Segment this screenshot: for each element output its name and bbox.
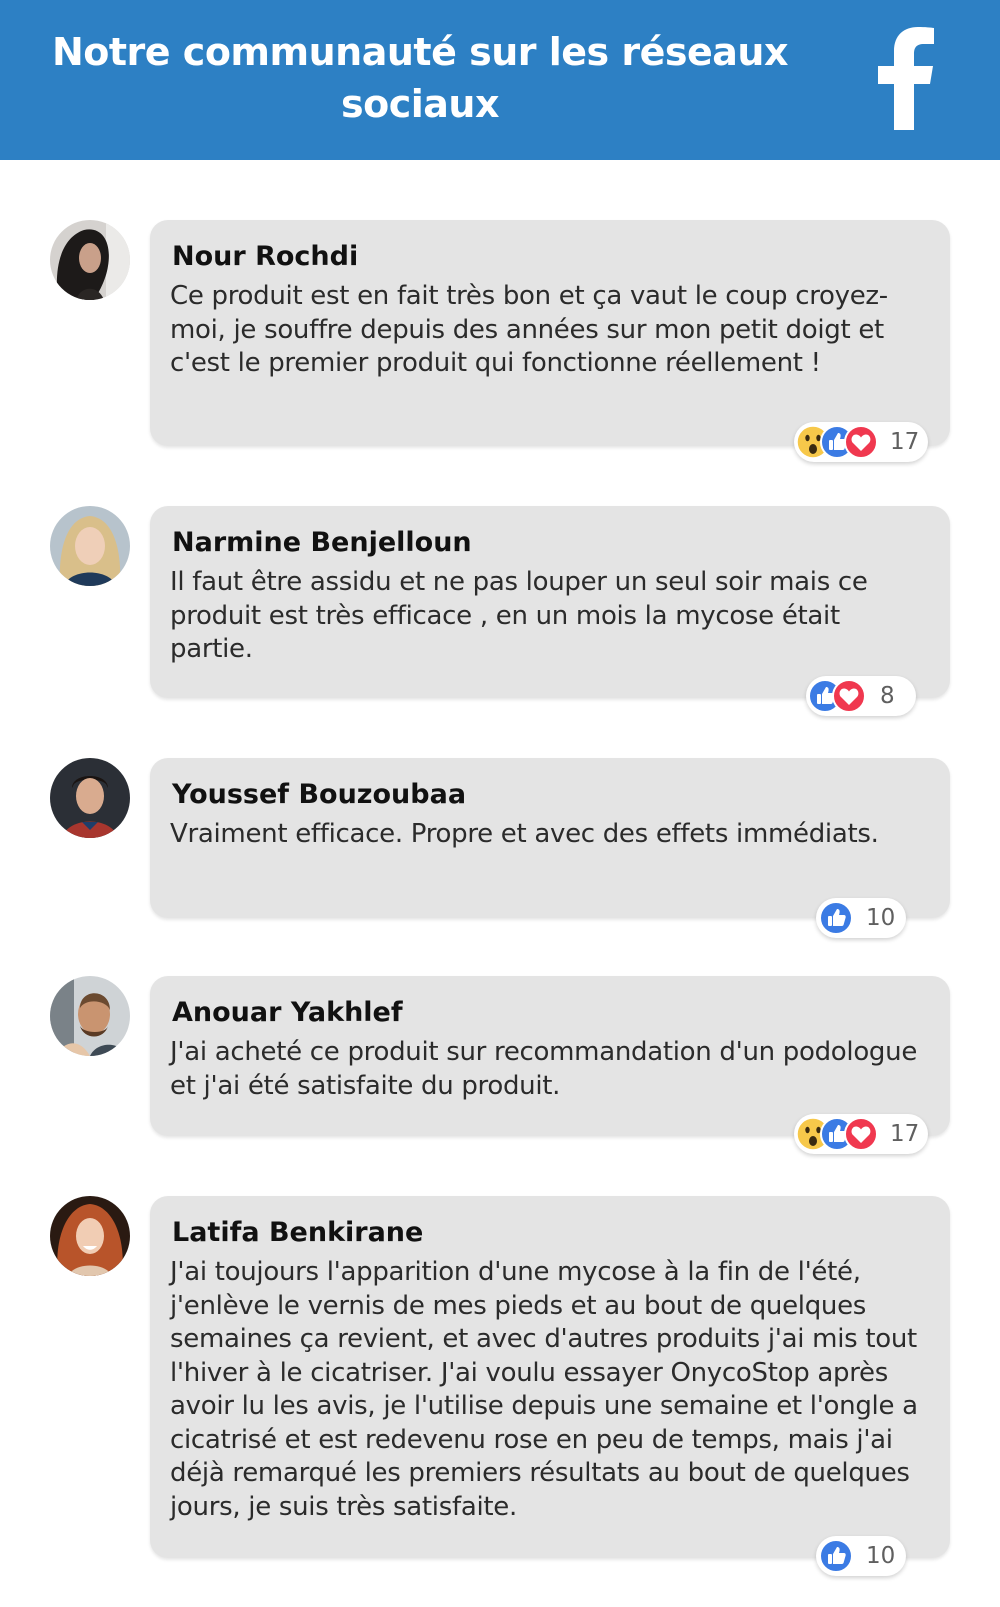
reactions-badge[interactable]: 10 [816, 898, 906, 938]
like-reaction-icon [819, 1539, 853, 1573]
comment-bubble: Latifa Benkirane J'ai toujours l'apparit… [150, 1196, 950, 1576]
reactions-badge[interactable]: 8 [806, 676, 916, 716]
love-reaction-icon [832, 679, 866, 713]
comment-author[interactable]: Narmine Benjelloun [172, 526, 472, 560]
reaction-count: 8 [880, 683, 895, 709]
reactions-badge[interactable]: 17 [794, 422, 928, 462]
reaction-count: 10 [866, 1543, 896, 1569]
avatar[interactable] [50, 976, 130, 1056]
comment-text: Vraiment efficace. Propre et avec des ef… [170, 819, 879, 849]
comment-author[interactable]: Youssef Bouzoubaa [172, 778, 466, 812]
comment-author[interactable]: Anouar Yakhlef [172, 996, 403, 1030]
reactions-badge[interactable]: 10 [816, 1536, 906, 1576]
avatar[interactable] [50, 758, 130, 838]
page-title: Notre communauté sur les réseaux sociaux [51, 30, 789, 126]
page-header: Notre communauté sur les réseaux sociaux [0, 0, 1000, 160]
avatar[interactable] [50, 1196, 130, 1276]
reaction-count: 10 [866, 905, 896, 931]
comment-bubble: Anouar Yakhlef J'ai acheté ce produit su… [150, 976, 950, 1154]
reactions-badge[interactable]: 17 [794, 1114, 928, 1154]
comment-bubble: Narmine Benjelloun Il faut être assidu e… [150, 506, 950, 716]
like-reaction-icon [819, 901, 853, 935]
reaction-count: 17 [890, 1121, 920, 1147]
comment-bubble: Nour Rochdi Ce produit est en fait très … [150, 220, 950, 462]
comment-author[interactable]: Nour Rochdi [172, 240, 358, 274]
facebook-f-icon[interactable] [868, 26, 938, 130]
reaction-count: 17 [890, 429, 920, 455]
comment-text: Il faut être assidu et ne pas louper un … [170, 567, 868, 664]
comment-text: J'ai toujours l'apparition d'une mycose … [170, 1257, 918, 1522]
comment-text: Ce produit est en fait très bon et ça va… [170, 281, 888, 378]
love-reaction-icon [844, 1117, 878, 1151]
comment-author[interactable]: Latifa Benkirane [172, 1216, 423, 1250]
avatar[interactable] [50, 506, 130, 586]
avatar[interactable] [50, 220, 130, 300]
comment-bubble: Youssef Bouzoubaa Vraiment efficace. Pro… [150, 758, 950, 938]
love-reaction-icon [844, 425, 878, 459]
comment-text: J'ai acheté ce produit sur recommandatio… [170, 1037, 918, 1101]
